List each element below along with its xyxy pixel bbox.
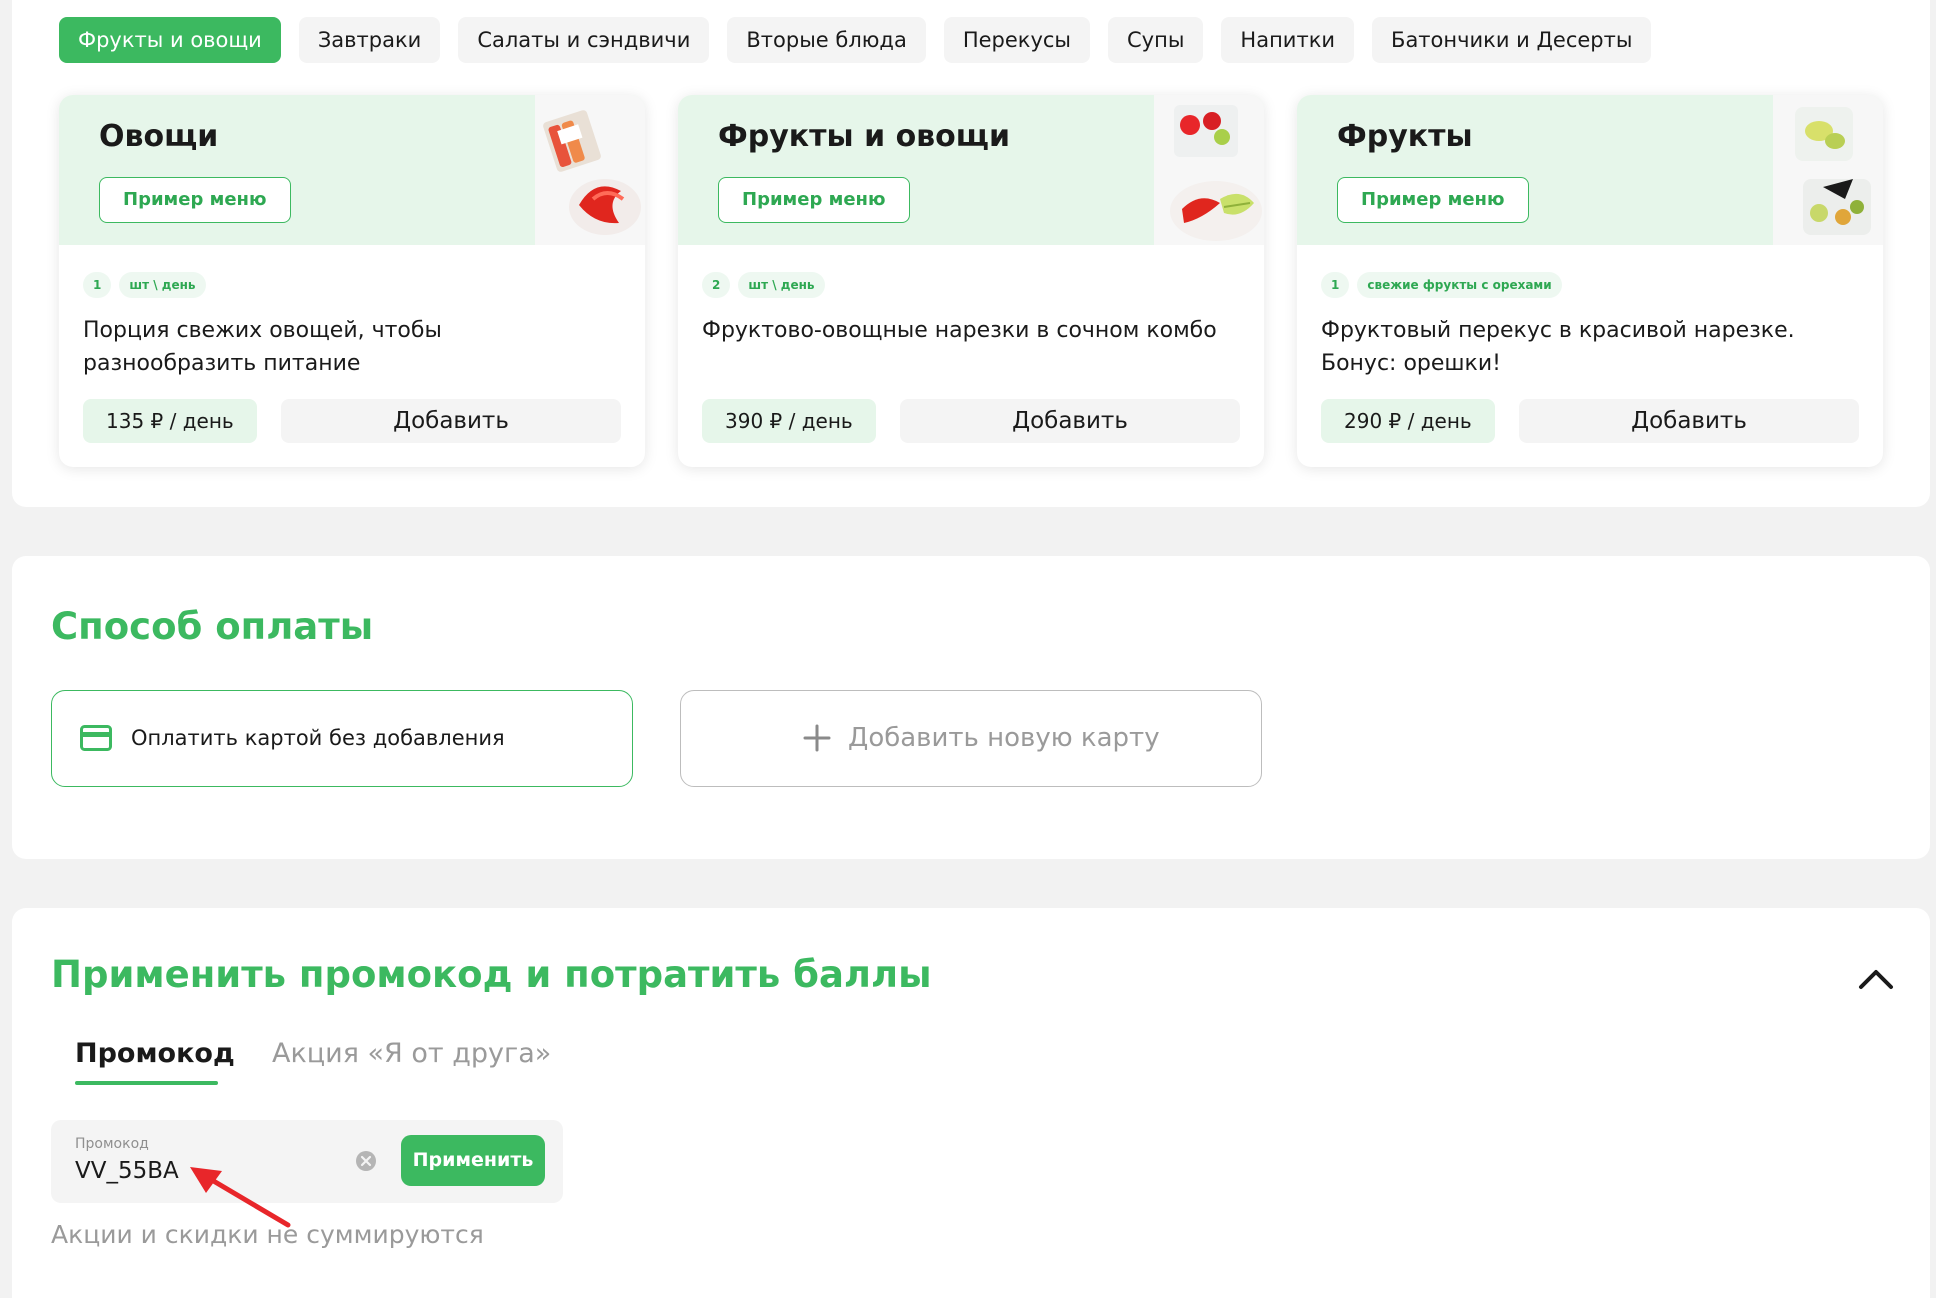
add-new-card-option[interactable]: Добавить новую карту: [680, 690, 1262, 787]
chevron-up-icon[interactable]: [1858, 968, 1894, 990]
category-tab-soups[interactable]: Супы: [1108, 17, 1204, 63]
unit-tag: шт \ день: [738, 272, 825, 298]
product-price: 390 ₽ / день: [702, 399, 876, 443]
card-header: Овощи Пример меню: [59, 95, 645, 245]
category-tab-desserts[interactable]: Батончики и Десерты: [1372, 17, 1652, 63]
product-description: Фруктовый перекус в красивой нарезке. Бо…: [1321, 318, 1795, 376]
quantity-tag: 1: [83, 272, 112, 298]
add-new-card-label: Добавить новую карту: [848, 723, 1160, 753]
product-tags: 1 шт \ день: [83, 272, 206, 298]
card-title: Овощи: [99, 119, 219, 154]
feature-tag: свежие фрукты с орехами: [1357, 272, 1562, 298]
apply-promo-button[interactable]: Применить: [401, 1135, 545, 1186]
product-tags: 1 свежие фрукты с орехами: [1321, 272, 1562, 298]
product-card-vegetables: Овощи Пример меню 1 шт \ день Порция све…: [59, 95, 645, 467]
product-tags: 2 шт \ день: [702, 272, 825, 298]
promo-field[interactable]: Промокод VV_55BA Применить: [51, 1120, 563, 1203]
category-tab-fruits-vegetables[interactable]: Фрукты и овощи: [59, 17, 281, 63]
product-card-fruits: Фрукты Пример меню 1 свежие фрукты с оре…: [1297, 95, 1883, 467]
tab-promocode[interactable]: Промокод: [75, 1038, 235, 1069]
product-card-fruits-vegetables: Фрукты и овощи Пример меню 2 шт \ день Ф…: [678, 95, 1264, 467]
quantity-tag: 1: [1321, 272, 1350, 298]
promo-field-value[interactable]: VV_55BA: [75, 1158, 179, 1184]
pay-card-label: Оплатить картой без добавления: [131, 726, 505, 750]
product-description: Фруктово-овощные нарезки в сочном комбо: [702, 318, 1217, 343]
category-tab-snacks[interactable]: Перекусы: [943, 17, 1091, 63]
clear-icon[interactable]: [355, 1150, 377, 1172]
category-tabs: Фрукты и овощи Завтраки Салаты и сэндвич…: [59, 17, 1652, 63]
plus-icon: [803, 724, 831, 752]
card-title: Фрукты: [1337, 119, 1473, 154]
product-photo: [1773, 95, 1883, 245]
card-header: Фрукты и овощи Пример меню: [678, 95, 1264, 245]
product-photo: [1154, 95, 1264, 245]
credit-card-icon: [80, 725, 112, 751]
quantity-tag: 2: [702, 272, 731, 298]
card-header: Фрукты Пример меню: [1297, 95, 1883, 245]
payment-panel: Способ оплаты Оплатить картой без добавл…: [12, 556, 1930, 859]
category-tab-breakfasts[interactable]: Завтраки: [298, 17, 441, 63]
tab-friend-promo[interactable]: Акция «Я от друга»: [272, 1038, 551, 1069]
product-description: Порция свежих овощей, чтобы разнообразит…: [83, 318, 442, 376]
add-button[interactable]: Добавить: [281, 399, 621, 443]
category-tab-salads[interactable]: Салаты и сэндвичи: [458, 17, 710, 63]
product-price: 290 ₽ / день: [1321, 399, 1495, 443]
sample-menu-button[interactable]: Пример меню: [1337, 177, 1529, 223]
products-panel: Фрукты и овощи Завтраки Салаты и сэндвич…: [12, 0, 1930, 507]
sample-menu-button[interactable]: Пример меню: [718, 177, 910, 223]
product-price: 135 ₽ / день: [83, 399, 257, 443]
sample-menu-button[interactable]: Пример меню: [99, 177, 291, 223]
card-title: Фрукты и овощи: [718, 119, 1010, 154]
promo-panel: Применить промокод и потратить баллы Про…: [12, 908, 1930, 1298]
add-button[interactable]: Добавить: [900, 399, 1240, 443]
add-button[interactable]: Добавить: [1519, 399, 1859, 443]
promo-title: Применить промокод и потратить баллы: [51, 953, 932, 996]
active-tab-indicator: [75, 1081, 218, 1085]
category-tab-drinks[interactable]: Напитки: [1221, 17, 1355, 63]
category-tab-main-dishes[interactable]: Вторые блюда: [727, 17, 926, 63]
payment-title: Способ оплаты: [51, 605, 374, 648]
pay-card-option[interactable]: Оплатить картой без добавления: [51, 690, 633, 787]
unit-tag: шт \ день: [119, 272, 206, 298]
product-photo: [535, 95, 645, 245]
annotation-arrow-icon: [190, 1167, 291, 1228]
promo-field-caption: Промокод: [75, 1136, 149, 1152]
